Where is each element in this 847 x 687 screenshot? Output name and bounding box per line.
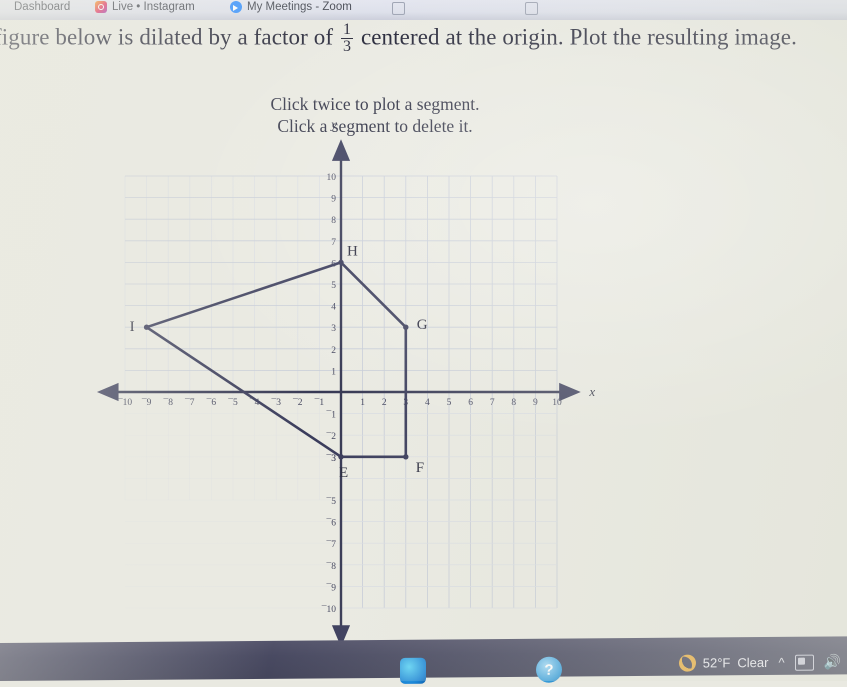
tab-placeholder-icon [392,2,405,15]
vertex-F[interactable] [403,454,409,460]
browser-tab-instagram[interactable]: Live • Instagram [95,0,195,17]
question-text-before: figure below is dilated by a factor of [0,24,334,50]
zoom-icon [230,1,242,13]
svg-text:5: 5 [331,281,336,291]
svg-text:¯5: ¯5 [227,397,238,408]
svg-text:6: 6 [468,398,473,408]
weather-condition: Clear [737,654,769,671]
weather-widget[interactable]: 52°F Clear [678,654,769,672]
svg-text:8: 8 [511,398,516,408]
svg-text:¯3: ¯3 [270,397,281,408]
display-icon[interactable] [794,654,814,671]
hint-line-2: Click a segment to delete it. [277,116,473,137]
browser-tab-zoom[interactable]: My Meetings - Zoom [230,0,352,17]
svg-text:10: 10 [552,398,562,408]
browser-tab-strip: Dashboard Live • Instagram My Meetings -… [0,0,847,20]
svg-text:8: 8 [331,216,336,226]
svg-text:5: 5 [447,398,452,408]
tab-placeholder-icon [525,2,538,15]
svg-text:¯6: ¯6 [206,397,217,408]
fraction-denominator: 3 [340,38,354,56]
svg-text:7: 7 [331,238,336,248]
svg-text:¯9: ¯9 [141,397,152,408]
svg-text:¯10: ¯10 [321,604,337,615]
svg-text:¯1: ¯1 [326,410,337,421]
svg-text:¯8: ¯8 [326,561,337,572]
question-text: figure below is dilated by a factor of 1… [0,21,847,56]
segment-HG[interactable] [339,261,408,329]
svg-text:¯1: ¯1 [314,397,325,408]
graph-svg[interactable]: xy¯10 ¯9 ¯8 ¯7 ¯6 ¯5 ¯4 ¯3 ¯2 ¯1 1 2 3 4 5 6 7 8 9 10¯10¯9¯… [0,116,620,650]
vertex-H[interactable] [338,259,344,266]
svg-text:¯5: ¯5 [326,496,337,507]
vertex-G[interactable] [403,324,409,330]
svg-text:2: 2 [382,398,387,408]
svg-text:1: 1 [331,367,336,377]
taskbar-system-tray: 52°F Clear ^ 🔊 [678,653,841,672]
svg-text:¯2: ¯2 [292,397,303,408]
chevron-up-icon[interactable]: ^ [778,655,784,670]
vertex-label-F: F [416,460,424,476]
vertex-E[interactable] [338,454,344,460]
segment-IH[interactable] [145,261,343,329]
vertex-label-G: G [417,317,428,333]
svg-text:9: 9 [533,398,538,408]
svg-text:¯3: ¯3 [326,453,337,464]
volume-icon[interactable]: 🔊 [824,653,841,670]
svg-text:9: 9 [331,195,336,205]
plot-instructions: Click twice to plot a segment. Click a s… [0,93,750,138]
tab-label: Live • Instagram [112,1,195,13]
svg-text:¯8: ¯8 [162,397,173,408]
vertex-label-I: I [130,319,135,335]
moon-icon [678,654,696,672]
coordinate-plane[interactable]: x y ¯10 ¯9 ¯8 ¯7 ¯6 ¯5 ¯4 ¯3 ¯2 ¯1 1 2 3 4 5 6 7 8 9 10 ¯10 ¯9 ¯… [0,116,620,650]
svg-text:1: 1 [360,398,365,408]
question-text-after: centered at the origin. Plot the resulti… [360,24,797,50]
svg-text:¯7: ¯7 [326,539,337,550]
svg-text:¯10: ¯10 [117,397,133,408]
svg-text:10: 10 [327,173,337,183]
vertex-labels: H G F E I [130,243,428,480]
svg-text:¯2: ¯2 [326,431,337,442]
browser-tab-dashboard[interactable]: Dashboard [14,0,70,17]
axes [96,139,581,647]
taskbar-app-icons: ? [400,656,562,684]
vertex-label-H: H [347,243,358,259]
svg-text:7: 7 [490,398,495,408]
help-icon[interactable]: ? [536,656,562,683]
tab-label: My Meetings - Zoom [247,1,352,13]
tab-label: Dashboard [14,1,71,13]
dilation-factor-fraction: 1 3 [340,21,354,56]
fraction-numerator: 1 [342,21,352,38]
svg-text:4: 4 [331,303,336,313]
svg-text:¯9: ¯9 [326,582,337,593]
svg-text:3: 3 [331,324,336,334]
weather-temperature: 52°F [702,655,731,671]
svg-text:¯6: ¯6 [326,518,337,529]
vertex-I[interactable] [143,324,150,330]
windows-taskbar: ? 52°F Clear ^ 🔊 [0,636,847,684]
vertex-label-E: E [339,465,348,481]
svg-text:¯7: ¯7 [184,397,195,408]
svg-text:4: 4 [425,398,430,408]
svg-text:2: 2 [331,346,336,356]
svg-text:x: x [588,384,595,399]
hint-line-1: Click twice to plot a segment. [270,94,480,114]
axis-tick-labels: xy¯10 ¯9 ¯8 ¯7 ¯6 ¯5 ¯4 ¯3 ¯2 ¯1 1 2 3 4 5 6 7 8 9 10¯10¯9¯… [117,116,596,615]
instagram-icon [95,1,107,13]
edge-icon[interactable] [400,657,426,684]
